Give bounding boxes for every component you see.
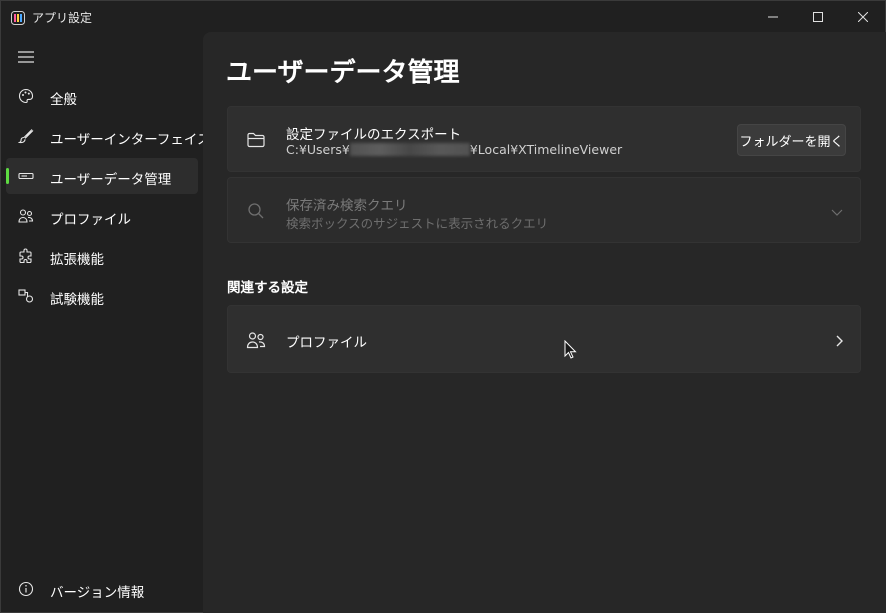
hamburger-icon	[18, 51, 34, 63]
window-title: アプリ設定	[32, 11, 93, 25]
close-icon	[858, 11, 868, 22]
title-bar[interactable]: アプリ設定	[1, 1, 885, 32]
storage-icon	[18, 168, 34, 184]
minimize-button[interactable]	[750, 1, 796, 32]
app-window: アプリ設定 全般 ユーザーインターフェイス ユーザーデータ管理 プロファイル 拡…	[0, 0, 886, 613]
open-folder-button[interactable]: フォルダーを開く	[737, 124, 846, 156]
related-settings-header: 関連する設定	[227, 280, 308, 296]
close-button[interactable]	[840, 1, 886, 32]
chevron-down-icon[interactable]	[830, 204, 844, 218]
sidebar-item-user-interface[interactable]: ユーザーインターフェイス	[6, 118, 211, 154]
puzzle-icon	[18, 248, 34, 264]
maximize-icon	[813, 11, 823, 22]
export-settings-card: 設定ファイルのエクスポート C:¥Users¥ ¥Local¥XTimelineV…	[227, 106, 861, 172]
profile-icon	[246, 330, 266, 350]
shapes-icon	[18, 288, 34, 304]
palette-icon	[18, 88, 34, 104]
saved-queries-subtitle: 検索ボックスのサジェストに表示されるクエリ	[286, 216, 549, 231]
export-path: C:¥Users¥ ¥Local¥XTimelineViewer	[286, 142, 623, 157]
search-icon	[246, 201, 266, 221]
sidebar-item-general[interactable]: 全般	[6, 78, 198, 114]
sidebar-item-user-data[interactable]: ユーザーデータ管理	[6, 158, 198, 194]
sidebar: 全般 ユーザーインターフェイス ユーザーデータ管理 プロファイル 拡張機能 試験…	[1, 32, 211, 613]
brush-icon	[17, 128, 34, 144]
folder-icon	[246, 130, 266, 150]
saved-queries-title: 保存済み検索クエリ	[286, 198, 408, 214]
sidebar-item-experimental[interactable]: 試験機能	[6, 278, 198, 314]
sidebar-item-extensions[interactable]: 拡張機能	[6, 238, 198, 274]
sidebar-item-about[interactable]: バージョン情報	[6, 571, 198, 607]
minimize-icon	[768, 16, 778, 17]
maximize-button[interactable]	[795, 1, 841, 32]
menu-toggle-button[interactable]	[7, 42, 45, 72]
related-profile-card[interactable]: プロファイル	[227, 305, 861, 373]
sidebar-item-profile[interactable]: プロファイル	[6, 198, 198, 234]
export-title: 設定ファイルのエクスポート	[286, 127, 462, 143]
selection-indicator	[6, 168, 9, 184]
profile-icon	[18, 208, 34, 224]
app-logo-icon	[11, 10, 25, 25]
mouse-cursor-icon	[564, 339, 578, 360]
page-title: ユーザーデータ管理	[226, 58, 460, 88]
main-content: ユーザーデータ管理 設定ファイルのエクスポート C:¥Users¥ ¥Local¥…	[203, 32, 886, 613]
saved-queries-card[interactable]: 保存済み検索クエリ 検索ボックスのサジェストに表示されるクエリ	[227, 177, 861, 243]
chevron-right-icon	[832, 333, 846, 347]
related-profile-label: プロファイル	[286, 335, 367, 351]
redacted-username	[349, 143, 470, 156]
info-icon	[18, 581, 34, 597]
